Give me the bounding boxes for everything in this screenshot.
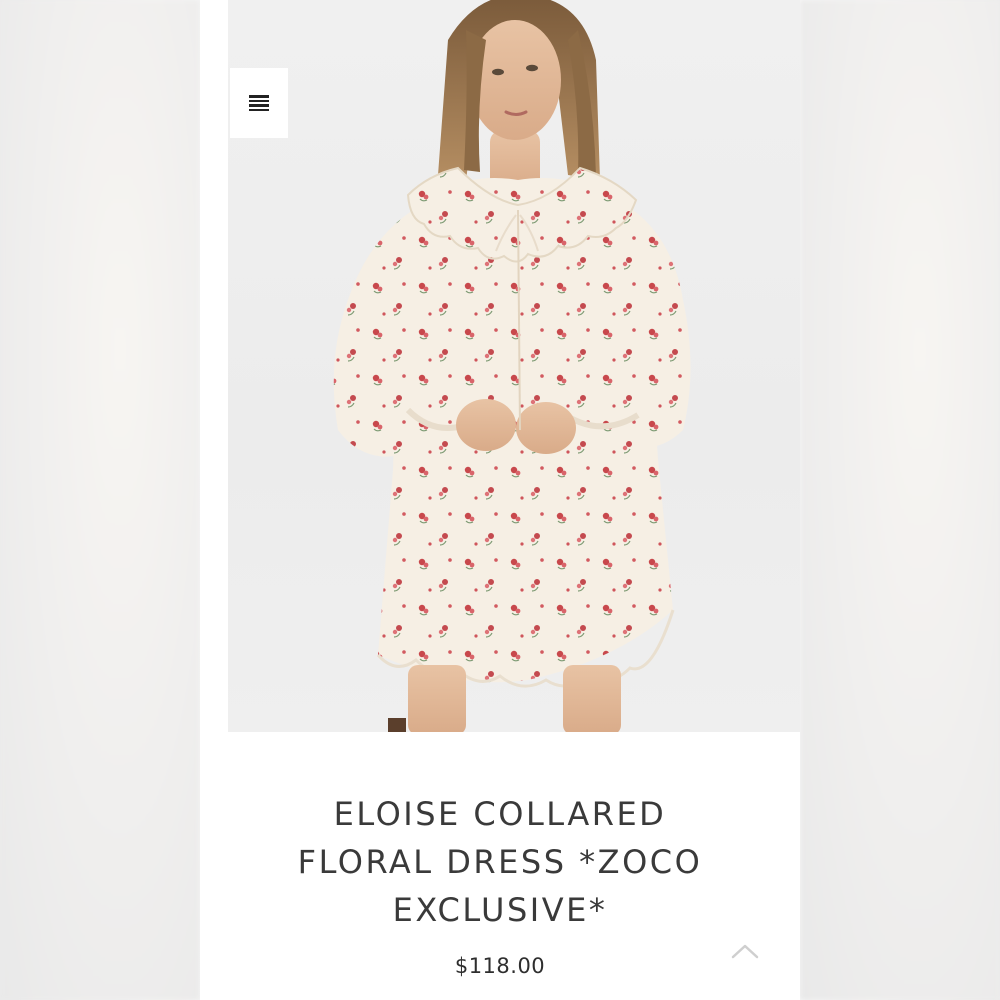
product-title: ELOISE COLLARED FLORAL DRESS *ZOCO EXCLU… [297,795,703,929]
hamburger-menu-icon [249,95,269,111]
product-image-illustration [333,0,691,732]
scroll-to-top-button[interactable] [728,938,762,964]
product-info: ELOISE COLLARED FLORAL DRESS *ZOCO EXCLU… [200,790,800,978]
blurred-background-right [800,0,1000,1000]
chevron-up-icon [731,944,759,959]
product-page: ELOISE COLLARED FLORAL DRESS *ZOCO EXCLU… [200,0,800,1000]
product-image[interactable] [228,0,800,732]
menu-button[interactable] [230,68,288,138]
screenshot-stage: ELOISE COLLARED FLORAL DRESS *ZOCO EXCLU… [0,0,1000,1000]
product-price: $118.00 [454,954,546,978]
blurred-background-left [0,0,200,1000]
